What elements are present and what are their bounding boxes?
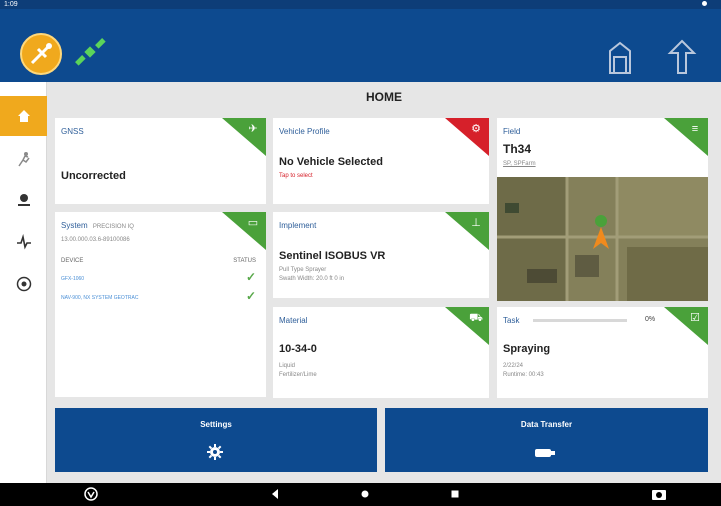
field-name: Th34 bbox=[503, 142, 532, 156]
status-bar: 1:09 bbox=[0, 0, 721, 9]
card-title: System PRECISION IQ bbox=[61, 221, 134, 230]
pulse-icon bbox=[16, 234, 31, 250]
card-title: GNSS bbox=[61, 127, 84, 136]
material-name: 10-34-0 bbox=[279, 343, 317, 355]
device-column-header: DEVICE bbox=[61, 258, 84, 264]
satellite-map-image bbox=[497, 177, 708, 301]
sidebar bbox=[0, 82, 47, 483]
runner-icon bbox=[17, 152, 30, 167]
home-icon bbox=[17, 110, 30, 122]
sidebar-item-run[interactable] bbox=[0, 139, 47, 179]
page-title: HOME bbox=[366, 90, 402, 104]
material-card[interactable]: ⛟ Material 10-34-0 Liquid Fertilizer/Lim… bbox=[273, 307, 489, 398]
home-nav-icon[interactable] bbox=[360, 487, 370, 501]
status-ok-icon: ✓ bbox=[245, 270, 256, 284]
task-card[interactable]: ☑ Task 0% Spraying 2/22/24 Runtime: 00:4… bbox=[497, 307, 708, 398]
task-name: Spraying bbox=[503, 343, 551, 355]
card-title: Implement bbox=[279, 221, 317, 230]
gear-icon bbox=[207, 444, 223, 460]
recents-icon[interactable] bbox=[450, 487, 460, 501]
material-icon: ⛟ bbox=[469, 312, 483, 324]
usb-drive-icon bbox=[535, 449, 555, 457]
table-row: NAV-900, NX SYSTEM GEOTRAC bbox=[61, 295, 256, 308]
task-runtime: Runtime: 00:43 bbox=[503, 372, 544, 378]
sidebar-item-home[interactable] bbox=[0, 96, 47, 136]
device-name: GFX-1060 bbox=[61, 276, 85, 282]
back-icon[interactable] bbox=[270, 487, 280, 501]
location-pin-icon bbox=[17, 194, 30, 206]
satellite-icon: ✈ bbox=[248, 123, 258, 135]
sidebar-item-support[interactable] bbox=[0, 264, 47, 304]
app-bar bbox=[0, 9, 721, 82]
camera-icon[interactable] bbox=[651, 487, 667, 501]
display-icon: ▭ bbox=[247, 217, 259, 229]
implement-type: Pull Type Sprayer bbox=[279, 267, 327, 273]
system-version: 13.00.000.03.6-89100086 bbox=[61, 237, 130, 243]
field-client-farm: SP, SPFarm bbox=[503, 161, 536, 167]
swath-width: Swath Width: 20.0 ft 0 in bbox=[279, 276, 345, 282]
support-icon bbox=[16, 276, 31, 292]
status-column-header: STATUS bbox=[233, 258, 256, 264]
card-title: Field bbox=[503, 127, 521, 136]
button-label: Data Transfer bbox=[520, 420, 573, 429]
status-ok-icon: ✓ bbox=[245, 289, 256, 303]
clock: 1:09 bbox=[4, 1, 18, 8]
data-transfer-button[interactable]: Data Transfer bbox=[385, 408, 708, 472]
notification-dot-icon bbox=[702, 1, 707, 6]
implement-mast-icon[interactable] bbox=[604, 39, 636, 75]
satellite-icon[interactable] bbox=[72, 34, 108, 70]
upload-tower-icon[interactable] bbox=[666, 39, 698, 75]
material-form: Liquid bbox=[279, 363, 296, 369]
shield-app-icon[interactable] bbox=[84, 487, 98, 501]
card-title: Material bbox=[279, 316, 308, 325]
satellite-antenna-icon bbox=[30, 43, 52, 65]
home-dashboard: HOME ✈ GNSS Uncorrected ⚙ Vehicle Profil… bbox=[47, 82, 721, 483]
settings-button[interactable]: Settings bbox=[55, 408, 377, 472]
implement-card[interactable]: ⊥ Implement Sentinel ISOBUS VR Pull Type… bbox=[273, 212, 489, 298]
card-title: Vehicle Profile bbox=[279, 127, 330, 136]
gnss-status: Uncorrected bbox=[61, 170, 126, 182]
implement-icon: ⊥ bbox=[471, 217, 481, 229]
device-name: NAV-900, NX SYSTEM GEOTRAC bbox=[61, 295, 139, 301]
system-nav-bar bbox=[0, 483, 721, 506]
table-row: GFX-1060 bbox=[61, 276, 256, 289]
sidebar-item-diagnostics[interactable] bbox=[0, 222, 47, 262]
gnss-card[interactable]: ✈ GNSS Uncorrected bbox=[55, 118, 266, 204]
task-date: 2/22/24 bbox=[503, 363, 524, 369]
button-label: Settings bbox=[200, 420, 232, 429]
field-icon: ≡ bbox=[691, 123, 699, 135]
material-category: Fertilizer/Lime bbox=[279, 372, 317, 378]
field-map[interactable] bbox=[497, 177, 708, 301]
system-card[interactable]: ▭ System PRECISION IQ 13.00.000.03.6-891… bbox=[55, 212, 266, 397]
gps-status-button[interactable] bbox=[20, 33, 62, 75]
vehicle-profile-card[interactable]: ⚙ Vehicle Profile No Vehicle Selected Ta… bbox=[273, 118, 489, 204]
sidebar-item-location[interactable] bbox=[0, 180, 47, 220]
tap-to-select-hint: Tap to select bbox=[279, 173, 313, 179]
card-title: Task bbox=[503, 316, 520, 325]
tractor-icon: ⚙ bbox=[471, 123, 481, 135]
implement-name: Sentinel ISOBUS VR bbox=[279, 250, 386, 262]
task-progress-bar bbox=[533, 319, 627, 322]
vehicle-name: No Vehicle Selected bbox=[279, 156, 383, 168]
system-model: PRECISION IQ bbox=[92, 224, 134, 230]
checklist-icon: ☑ bbox=[690, 312, 700, 324]
field-card[interactable]: ≡ Field Th34 SP, SPFarm bbox=[497, 118, 708, 301]
task-percent: 0% bbox=[645, 316, 656, 323]
